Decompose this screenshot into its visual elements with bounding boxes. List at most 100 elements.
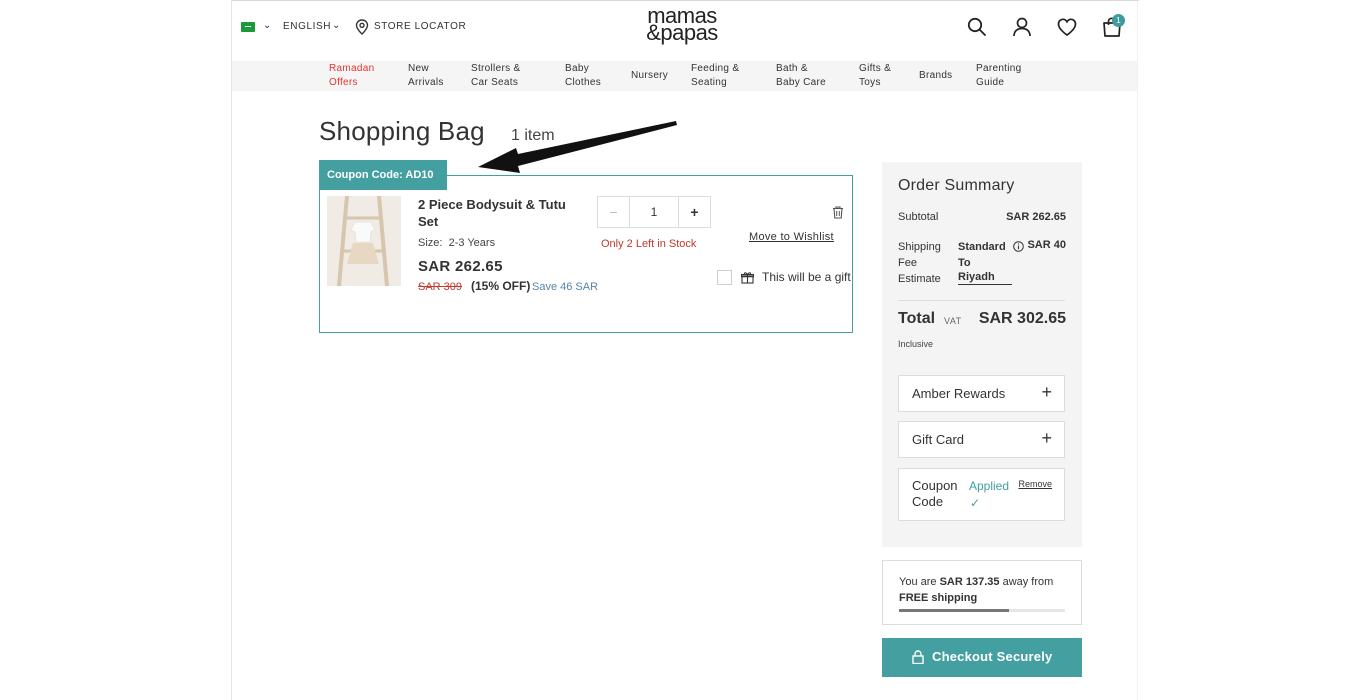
original-price: SAR 309 xyxy=(418,281,463,293)
saudi-flag-icon[interactable] xyxy=(241,22,255,32)
gift-option-label[interactable]: This will be a gift xyxy=(762,269,852,285)
summary-divider xyxy=(898,300,1065,301)
nav-item-label: Baby xyxy=(565,63,589,74)
free-shipping-progress-box: You are SAR 137.35 away from FREE shippi… xyxy=(882,560,1082,625)
wishlist-heart-icon[interactable] xyxy=(1056,16,1078,38)
logo-line-2: &papas xyxy=(646,20,718,45)
product-image[interactable] xyxy=(327,195,401,287)
nav-item-label: Arrivals xyxy=(408,77,444,88)
nav-item-label: Strollers & xyxy=(471,63,521,74)
store-locator-link[interactable]: STORE LOCATOR xyxy=(374,21,466,32)
stock-warning: Only 2 Left in Stock xyxy=(601,238,697,250)
nav-item-label: Parenting xyxy=(976,63,1022,74)
nav-item-label: Feeding & xyxy=(691,63,740,74)
search-icon[interactable] xyxy=(966,16,988,38)
product-size: Size: 2-3 Years xyxy=(418,237,495,249)
page: ⌄ ENGLISH ⌄ STORE LOCATOR mamas &papas 1 xyxy=(231,0,1139,700)
cart-count-badge: 1 xyxy=(1112,14,1125,27)
free-shipping-prefix: You are xyxy=(899,576,940,588)
shipping-fee-label: Shipping Fee Estimate xyxy=(898,241,941,285)
nav-item-label: Car Seats xyxy=(471,77,519,88)
shipping-city-selector[interactable]: Riyadh xyxy=(958,271,1012,285)
total-value: SAR 302.65 xyxy=(978,310,1066,327)
gift-icon xyxy=(741,272,754,284)
mamas-papas-logo[interactable]: mamas &papas xyxy=(622,5,742,45)
total-label: Total xyxy=(898,310,936,327)
amber-rewards-label: Amber Rewards xyxy=(912,386,1006,401)
checkout-label: Checkout Securely xyxy=(932,649,1053,664)
size-label: Size: xyxy=(418,237,443,249)
site-header: ⌄ ENGLISH ⌄ STORE LOCATOR mamas &papas 1 xyxy=(232,1,1137,61)
gift-card-toggle[interactable]: Gift Card + xyxy=(898,421,1065,458)
nav-item-label: Seating xyxy=(691,77,728,88)
nav-item-strollers-car-seats[interactable]: Strollers & Car Seats xyxy=(471,62,520,90)
nav-item-label: Offers xyxy=(329,77,358,88)
increase-quantity-button[interactable]: + xyxy=(678,197,710,227)
coupon-applied-status: Applied xyxy=(969,479,1010,493)
free-shipping-message: You are SAR 137.35 away from FREE shippi… xyxy=(899,574,1074,606)
info-icon[interactable] xyxy=(1013,241,1024,252)
amber-rewards-toggle[interactable]: Amber Rewards + xyxy=(898,375,1065,412)
decrease-quantity-button[interactable]: − xyxy=(598,197,630,227)
coupon-code-label: Coupon Code xyxy=(912,478,958,509)
nav-item-label: New xyxy=(408,63,429,74)
nav-item-label: Ramadan xyxy=(329,63,375,74)
nav-item-label: Guide xyxy=(976,77,1005,88)
account-icon[interactable] xyxy=(1011,16,1033,38)
free-shipping-amount: SAR 137.35 xyxy=(939,576,1000,588)
delete-trash-icon[interactable] xyxy=(831,205,845,219)
nav-item-brands[interactable]: Brands xyxy=(919,69,953,83)
remove-coupon-link[interactable]: Remove xyxy=(1018,479,1052,489)
nav-item-feeding-seating[interactable]: Feeding & Seating xyxy=(691,62,739,90)
cart-item-card: 2 Piece Bodysuit & Tutu Set Size: 2-3 Ye… xyxy=(319,175,853,333)
gift-card-label: Gift Card xyxy=(912,432,965,447)
product-name[interactable]: 2 Piece Bodysuit & Tutu Set xyxy=(418,196,583,230)
nav-item-label: Clothes xyxy=(565,77,602,88)
gift-checkbox[interactable] xyxy=(717,270,732,285)
language-selector[interactable]: ENGLISH xyxy=(283,21,331,32)
nav-item-parenting-guide[interactable]: Parenting Guide xyxy=(976,62,1022,90)
nav-item-nursery[interactable]: Nursery xyxy=(631,69,668,83)
nav-item-new-arrivals[interactable]: New Arrivals xyxy=(408,62,444,90)
quantity-stepper: − 1 + xyxy=(597,196,711,228)
nav-item-label: Nursery xyxy=(631,70,669,81)
page-title: Shopping Bag xyxy=(319,116,485,146)
order-summary-title: Order Summary xyxy=(898,177,1015,194)
discount-percent: (15% OFF) xyxy=(471,279,531,293)
size-value: 2-3 Years xyxy=(448,237,496,249)
free-shipping-free: FREE xyxy=(899,592,929,604)
chevron-down-icon[interactable]: ⌄ xyxy=(263,20,271,31)
quantity-value[interactable]: 1 xyxy=(630,197,678,227)
nav-item-ramadan-offers[interactable]: Ramadan Offers xyxy=(329,62,374,90)
free-shipping-middle: away from xyxy=(999,576,1054,588)
shipping-method: Standard To xyxy=(958,241,1006,269)
nav-item-bath-baby-care[interactable]: Bath & Baby Care xyxy=(776,62,826,90)
nav-item-gifts-toys[interactable]: Gifts & Toys xyxy=(859,62,891,90)
location-pin-icon[interactable] xyxy=(355,19,369,35)
checkmark-icon: ✓ xyxy=(970,496,981,510)
nav-item-label: Bath & xyxy=(776,63,808,74)
checkout-securely-button[interactable]: Checkout Securely xyxy=(882,638,1082,677)
coupon-code-box: Coupon Code Applied Remove ✓ xyxy=(898,468,1065,521)
free-shipping-suffix: shipping xyxy=(928,592,978,604)
savings-amount: Save 46 SAR xyxy=(532,281,599,293)
plus-icon: + xyxy=(1041,382,1052,402)
order-summary-panel: Order Summary Subtotal SAR 262.65 Shippi… xyxy=(882,162,1082,547)
main-navigation: Ramadan Offers New Arrivals Strollers & … xyxy=(232,61,1137,91)
coupon-code-tag: Coupon Code: AD10 xyxy=(319,160,447,190)
lock-icon xyxy=(912,650,924,664)
annotation-arrow-icon xyxy=(478,121,677,173)
nav-item-label: Toys xyxy=(859,77,881,88)
subtotal-value: SAR 262.65 xyxy=(1006,211,1066,223)
shipping-fee-value: SAR 40 xyxy=(1027,239,1066,251)
product-price: SAR 262.65 xyxy=(418,258,503,275)
vat-inclusive-label: Inclusive xyxy=(898,339,934,349)
nav-item-baby-clothes[interactable]: Baby Clothes xyxy=(565,62,601,90)
nav-item-label: Brands xyxy=(919,70,953,81)
move-to-wishlist-link[interactable]: Move to Wishlist xyxy=(749,231,834,243)
chevron-down-icon[interactable]: ⌄ xyxy=(332,20,340,31)
free-shipping-progress-bar xyxy=(899,609,1065,612)
subtotal-label: Subtotal xyxy=(898,211,939,223)
vat-label: VAT xyxy=(944,316,962,326)
plus-icon: + xyxy=(1041,428,1052,448)
